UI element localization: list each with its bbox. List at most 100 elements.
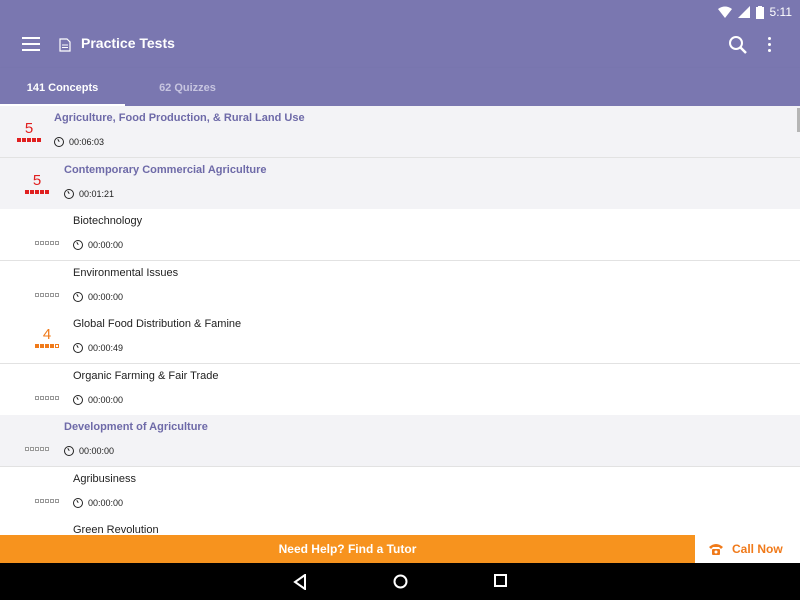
score-pip: [35, 241, 39, 245]
search-icon[interactable]: [728, 35, 748, 55]
score-pip: [22, 138, 26, 142]
clock-icon: [64, 446, 74, 456]
score-number: 5: [32, 171, 42, 189]
clock-icon: [73, 394, 83, 405]
list-item[interactable]: 4 Global Food Distribution & Famine 00:00:…: [0, 312, 800, 364]
time-value: 00:00:49: [88, 343, 124, 353]
list-item[interactable]: Environmental Issues 00:00:00: [0, 260, 800, 313]
time-spent: 00:00:00: [73, 291, 124, 302]
score-bars: [32, 241, 62, 245]
score-pip: [30, 189, 34, 194]
score-pip: [50, 395, 54, 400]
score-pip: [40, 344, 44, 348]
phone-icon: [709, 544, 723, 555]
score-indicator: [32, 497, 62, 503]
score-bars: [32, 395, 62, 400]
score-pip: [30, 447, 34, 451]
score-pip: [45, 395, 49, 400]
score-pip: [35, 189, 39, 194]
score-number: 5: [24, 120, 34, 137]
clock-icon: [54, 137, 64, 147]
score-pip: [35, 498, 39, 503]
list-item[interactable]: Development of Agriculture 00:00:00: [0, 415, 800, 467]
score-indicator: 5: [14, 121, 44, 142]
concept-list: 5 Agriculture, Food Production, & Rural L…: [0, 106, 800, 535]
list-item[interactable]: 5 Agriculture, Food Production, & Rural L…: [0, 106, 800, 158]
score-indicator: [32, 291, 62, 297]
list-item[interactable]: Agribusiness 00:00:00: [0, 466, 800, 519]
score-pip: [55, 395, 59, 400]
time-value: 00:00:00: [88, 291, 124, 302]
time-value: 00:00:00: [79, 446, 115, 456]
more-vert-icon[interactable]: [767, 37, 773, 55]
score-pip: [37, 138, 41, 142]
call-now-button[interactable]: Call Now: [695, 535, 800, 563]
score-number: 4: [42, 326, 52, 343]
score-pip: [45, 498, 49, 503]
score-pip: [17, 138, 21, 142]
score-pip: [27, 138, 31, 142]
score-pip: [35, 292, 39, 297]
score-bars: [32, 498, 62, 503]
time-value: 00:01:21: [79, 188, 115, 199]
score-pip: [50, 344, 54, 348]
recents-icon[interactable]: [494, 574, 507, 587]
score-indicator: 4: [32, 327, 62, 348]
clock-icon: [64, 188, 74, 199]
home-icon[interactable]: [393, 574, 408, 589]
item-title: Green Revolution: [73, 524, 159, 535]
time-spent: 00:00:00: [64, 446, 114, 456]
item-title: Biotechnology: [73, 215, 143, 227]
app-bar: Practice Tests: [0, 24, 800, 68]
score-bars: [14, 138, 44, 142]
score-pip: [45, 447, 49, 451]
clock-icon: [73, 497, 83, 508]
time-value: 00:00:00: [88, 497, 124, 508]
item-title: Environmental Issues: [73, 266, 179, 279]
score-bars: [22, 447, 52, 451]
signal-icon: [737, 6, 750, 18]
item-title: Contemporary Commercial Agriculture: [64, 163, 267, 176]
score-indicator: [22, 445, 52, 451]
time-value: 00:06:03: [69, 137, 105, 147]
time-value: 00:00:00: [88, 394, 124, 405]
score-pip: [50, 241, 54, 245]
status-time: 5:11: [769, 5, 792, 19]
score-pip: [40, 498, 44, 503]
battery-icon: [755, 5, 764, 19]
score-pip: [35, 344, 39, 348]
list-item[interactable]: Biotechnology 00:00:00: [0, 209, 800, 261]
score-pip: [55, 498, 59, 503]
score-pip: [35, 447, 39, 451]
score-pip: [45, 292, 49, 297]
item-title: Agribusiness: [73, 472, 136, 485]
page-title: Practice Tests: [81, 35, 175, 51]
list-item[interactable]: Organic Farming & Fair Trade 00:00:00: [0, 363, 800, 416]
score-indicator: [32, 239, 62, 245]
time-spent: 00:01:21: [64, 188, 115, 199]
list-item[interactable]: Green Revolution: [0, 518, 800, 535]
score-pip: [55, 292, 59, 297]
time-spent: 00:06:03: [54, 137, 104, 147]
score-pip: [55, 241, 59, 245]
status-bar: 5:11: [0, 0, 800, 24]
system-nav-bar: [0, 563, 800, 600]
document-icon: [59, 38, 71, 52]
score-pip: [55, 344, 59, 348]
tab-quizzes[interactable]: 62 Quizzes: [125, 68, 250, 106]
score-pip: [35, 395, 39, 400]
score-pip: [25, 447, 29, 451]
item-title: Organic Farming & Fair Trade: [73, 369, 219, 382]
back-icon[interactable]: [293, 574, 307, 590]
score-bars: [32, 344, 62, 348]
score-indicator: 5: [22, 173, 52, 194]
find-tutor-button[interactable]: Need Help? Find a Tutor: [0, 535, 695, 563]
item-title: Development of Agriculture: [64, 421, 208, 433]
list-item[interactable]: 5 Contemporary Commercial Agriculture 00:0…: [0, 157, 800, 210]
score-pip: [50, 292, 54, 297]
score-pip: [40, 395, 44, 400]
item-title: Global Food Distribution & Famine: [73, 318, 242, 330]
call-now-label: Call Now: [732, 542, 783, 556]
menu-icon[interactable]: [22, 37, 40, 51]
tab-concepts[interactable]: 141 Concepts: [0, 68, 125, 106]
